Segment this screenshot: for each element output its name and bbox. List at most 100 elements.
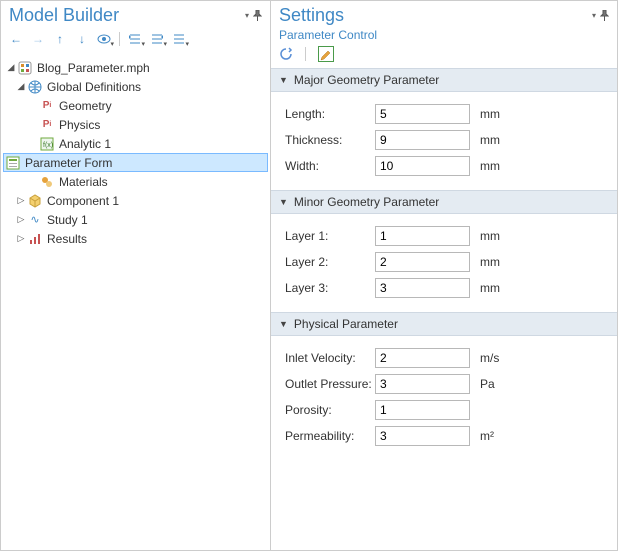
tree-materials[interactable]: Materials [3, 172, 268, 191]
expand-toggle[interactable]: ▷ [15, 195, 27, 206]
section-title: Minor Geometry Parameter [294, 195, 439, 209]
form-unit: Pa [480, 377, 495, 391]
component-icon [27, 193, 43, 209]
show-button[interactable]: ▾ [95, 30, 113, 48]
section-header-physical[interactable]: ▼ Physical Parameter [271, 312, 617, 336]
form-label: Porosity: [285, 403, 375, 417]
form-row: Permeability: m² [285, 426, 603, 446]
section-title: Major Geometry Parameter [294, 73, 439, 87]
tree-parameter-form[interactable]: Parameter Form [3, 153, 268, 172]
form-unit: mm [480, 255, 500, 269]
tree-label: Analytic 1 [59, 137, 111, 151]
pin-icon[interactable] [600, 10, 609, 21]
globe-icon [27, 79, 43, 95]
tree-label: Study 1 [47, 213, 88, 227]
form-row: Outlet Pressure: Pa [285, 374, 603, 394]
model-builder-panel: Model Builder ▾ ← → ↑ ↓ ▾ ▾ ▾ ▾ [1, 1, 271, 550]
edit-button[interactable] [318, 46, 334, 62]
layer2-input[interactable] [375, 252, 470, 272]
form-row: Layer 2: mm [285, 252, 603, 272]
model-tree: ◢ Blog_Parameter.mph ◢ Global Definition… [1, 54, 270, 550]
study-icon: ∿ [27, 212, 43, 228]
down-button[interactable]: ↓ [73, 30, 91, 48]
thickness-input[interactable] [375, 130, 470, 150]
forward-button[interactable]: → [29, 30, 47, 48]
settings-subtitle: Parameter Control [271, 28, 617, 44]
expand-toggle[interactable]: ▷ [15, 233, 27, 244]
expand-button[interactable]: ▾ [148, 30, 166, 48]
list-button[interactable]: ▾ [170, 30, 188, 48]
settings-toolbar [271, 44, 617, 68]
form-row: Inlet Velocity: m/s [285, 348, 603, 368]
section-body-major: Length: mm Thickness: mm Width: mm [271, 92, 617, 190]
tree-label: Results [47, 232, 87, 246]
form-unit: mm [480, 281, 500, 295]
back-button[interactable]: ← [7, 30, 25, 48]
svg-text:f(x): f(x) [43, 142, 53, 149]
form-unit: mm [480, 107, 500, 121]
section-header-major[interactable]: ▼ Major Geometry Parameter [271, 68, 617, 92]
tree-root[interactable]: ◢ Blog_Parameter.mph [3, 58, 268, 77]
section-header-minor[interactable]: ▼ Minor Geometry Parameter [271, 190, 617, 214]
form-unit: mm [480, 133, 500, 147]
tree-results[interactable]: ▷ Results [3, 229, 268, 248]
form-label: Length: [285, 107, 375, 121]
results-icon [27, 231, 43, 247]
model-icon [17, 60, 33, 76]
materials-icon [39, 174, 55, 190]
form-row: Length: mm [285, 104, 603, 124]
tree-analytic[interactable]: f(x) Analytic 1 [3, 134, 268, 153]
form-icon [5, 155, 21, 171]
section-body-minor: Layer 1: mm Layer 2: mm Layer 3: mm [271, 214, 617, 312]
form-unit: mm [480, 159, 500, 173]
length-input[interactable] [375, 104, 470, 124]
expand-toggle[interactable]: ◢ [5, 62, 17, 73]
tree-global-definitions[interactable]: ◢ Global Definitions [3, 77, 268, 96]
collapse-button[interactable]: ▾ [126, 30, 144, 48]
tree-label: Blog_Parameter.mph [37, 61, 150, 75]
pi-icon: Pi [39, 98, 55, 114]
tree-label: Physics [59, 118, 100, 132]
outlet-pressure-input[interactable] [375, 374, 470, 394]
settings-panel: Settings ▾ Parameter Control ▼ Major Geo… [271, 1, 617, 550]
form-row: Porosity: [285, 400, 603, 420]
collapse-icon: ▼ [279, 319, 288, 329]
dropdown-icon[interactable]: ▾ [245, 11, 249, 20]
form-label: Outlet Pressure: [285, 377, 375, 391]
pi-icon: Pi [39, 117, 55, 133]
collapse-icon: ▼ [279, 75, 288, 85]
tree-label: Geometry [59, 99, 112, 113]
expand-toggle[interactable]: ▷ [15, 214, 27, 225]
form-unit: mm [480, 229, 500, 243]
permeability-input[interactable] [375, 426, 470, 446]
layer3-input[interactable] [375, 278, 470, 298]
width-input[interactable] [375, 156, 470, 176]
form-label: Layer 1: [285, 229, 375, 243]
dropdown-icon[interactable]: ▾ [592, 11, 596, 20]
form-label: Layer 2: [285, 255, 375, 269]
toolbar-separator [305, 47, 306, 61]
tree-component[interactable]: ▷ Component 1 [3, 191, 268, 210]
tree-label: Global Definitions [47, 80, 141, 94]
tree-study[interactable]: ▷ ∿ Study 1 [3, 210, 268, 229]
collapse-icon: ▼ [279, 197, 288, 207]
form-label: Permeability: [285, 429, 375, 443]
toolbar-separator [119, 32, 120, 46]
form-label: Layer 3: [285, 281, 375, 295]
inlet-velocity-input[interactable] [375, 348, 470, 368]
form-row: Layer 3: mm [285, 278, 603, 298]
model-builder-title-bar: Model Builder ▾ [1, 1, 270, 28]
pin-icon[interactable] [253, 10, 262, 21]
tree-geometry[interactable]: Pi Geometry [3, 96, 268, 115]
tree-label: Component 1 [47, 194, 119, 208]
layer1-input[interactable] [375, 226, 470, 246]
up-button[interactable]: ↑ [51, 30, 69, 48]
settings-title: Settings [279, 5, 592, 26]
refresh-button[interactable] [279, 47, 293, 61]
model-builder-toolbar: ← → ↑ ↓ ▾ ▾ ▾ ▾ [1, 28, 270, 54]
form-unit: m² [480, 429, 494, 443]
form-label: Inlet Velocity: [285, 351, 375, 365]
tree-physics[interactable]: Pi Physics [3, 115, 268, 134]
expand-toggle[interactable]: ◢ [15, 81, 27, 92]
porosity-input[interactable] [375, 400, 470, 420]
